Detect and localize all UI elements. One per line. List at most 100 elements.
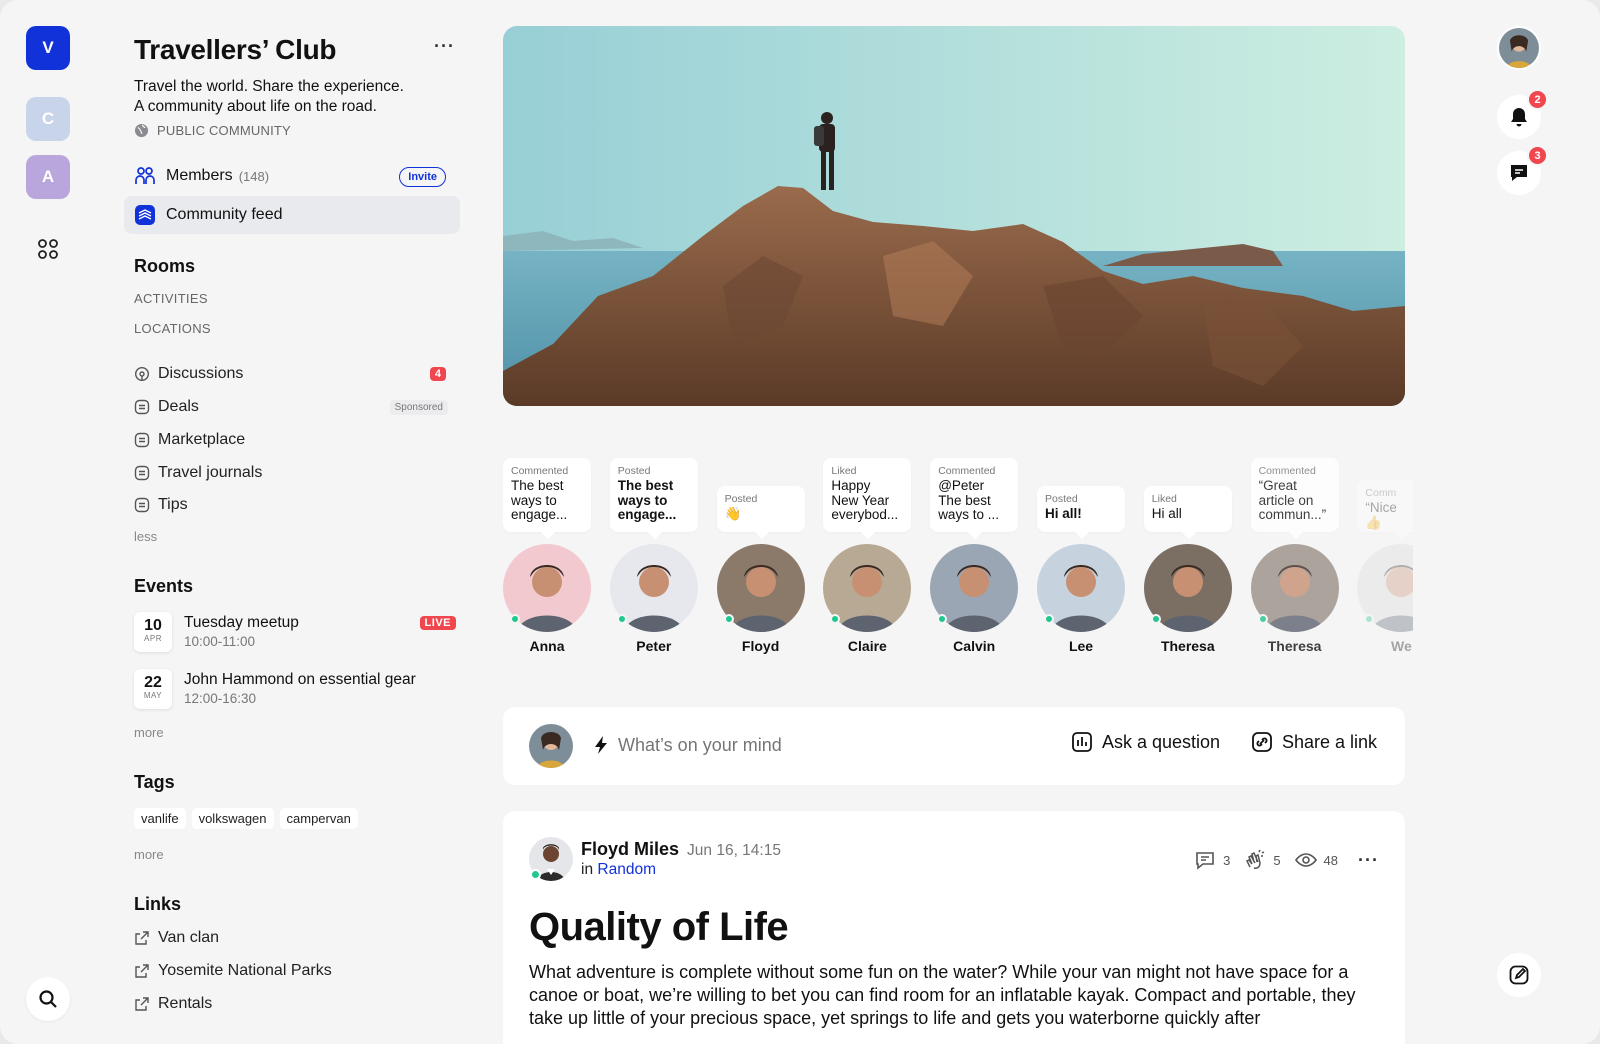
room-category-locations[interactable]: LOCATIONS	[134, 321, 211, 336]
room-deals[interactable]: Deals Sponsored	[134, 394, 460, 420]
post-composer: Ask a question Share a link	[503, 707, 1405, 785]
member-name: Lee	[1068, 638, 1094, 654]
activity-text: Hi all!	[1045, 507, 1082, 521]
workspace-v[interactable]: V	[26, 26, 70, 70]
apps-grid-icon[interactable]	[37, 238, 59, 260]
comments-stat[interactable]: 3	[1194, 850, 1230, 870]
member-activity-card[interactable]: Posted Hi all! Lee	[1037, 456, 1125, 661]
member-activity-card[interactable]: Commented @Peter The best ways to ... Calv…	[930, 456, 1019, 661]
notifications-button[interactable]: 2	[1497, 89, 1548, 139]
room-travel-journals[interactable]: Travel journals	[134, 460, 460, 486]
online-indicator	[723, 614, 734, 624]
post-date: Jun 16, 14:15	[687, 842, 781, 859]
rooms-less-link[interactable]: less	[134, 529, 157, 544]
activity-text: The best ways to engage...	[617, 479, 677, 522]
compose-button[interactable]	[1497, 953, 1541, 997]
online-indicator	[510, 614, 520, 624]
room-discussions[interactable]: Discussions 4	[134, 361, 460, 387]
activity-verb: Liked	[831, 465, 857, 477]
activity-bubble[interactable]: Posted Hi all!	[1037, 486, 1125, 532]
member-name: Floyd	[741, 638, 780, 654]
links-heading: Links	[134, 894, 182, 914]
activity-text: Hi all	[1151, 507, 1182, 521]
workspace-c[interactable]: C	[26, 97, 70, 141]
activity-bubble[interactable]: Posted The best ways to engage...	[609, 458, 698, 532]
activity-bubble[interactable]: Posted 👋	[716, 486, 805, 532]
ask-question-button[interactable]: Ask a question	[1071, 731, 1220, 753]
member-activity-card[interactable]: Posted The best ways to engage... Peter	[609, 456, 698, 661]
member-activity-card[interactable]: Commented The best ways to engage... Anna	[503, 456, 591, 661]
activity-text: “Great article on commun...”	[1258, 479, 1327, 522]
nav-members[interactable]: Members (148) Invite	[124, 157, 460, 195]
activity-text: @Peter The best ways to ...	[938, 479, 999, 522]
rooms-heading: Rooms	[134, 256, 196, 276]
member-name: Anna	[529, 638, 565, 654]
edit-icon	[1509, 965, 1529, 985]
link-van-clan[interactable]: Van clan	[134, 929, 219, 947]
activity-text: “Nice 👍	[1365, 501, 1397, 530]
external-link-icon	[135, 931, 149, 945]
tag-vanlife[interactable]: vanlife	[134, 808, 186, 829]
tag-campervan[interactable]: campervan	[279, 808, 358, 829]
workspace-rail: V C A	[0, 0, 98, 1044]
activity-bubble[interactable]: Comm “Nice 👍	[1357, 480, 1413, 532]
eye-icon	[1294, 853, 1317, 867]
activity-verb: Commented	[1258, 465, 1316, 477]
member-activity-card[interactable]: Liked Happy New Year everybod... Claire	[823, 456, 912, 661]
post-input[interactable]	[618, 735, 1018, 756]
member-activity-card[interactable]: Posted 👋 Floyd	[716, 456, 805, 661]
activity-verb: Commented	[938, 465, 996, 477]
members-icon	[134, 165, 156, 187]
community-cover-image	[503, 26, 1405, 406]
discussions-badge: 4	[429, 367, 446, 381]
poll-icon	[1072, 732, 1092, 752]
activity-bubble[interactable]: Liked Happy New Year everybod...	[823, 458, 912, 532]
member-name: We	[1391, 638, 1412, 654]
tag-volkswagen[interactable]: volkswagen	[191, 808, 274, 829]
room-tips[interactable]: Tips	[134, 492, 460, 518]
nav-community-feed[interactable]: Community feed	[124, 196, 460, 234]
activity-bubble[interactable]: Commented The best ways to engage...	[503, 458, 591, 532]
online-indicator	[530, 869, 541, 880]
claps-stat[interactable]: 5	[1244, 849, 1281, 871]
member-activity-card[interactable]: Comm “Nice 👍 We	[1357, 456, 1413, 661]
profile-avatar[interactable]	[1497, 26, 1541, 70]
post-body: What adventure is complete without some …	[529, 962, 1356, 1028]
chat-icon	[1511, 165, 1527, 181]
link-yosemite[interactable]: Yosemite National Parks	[134, 962, 332, 980]
events-more-link[interactable]: more	[134, 725, 164, 740]
room-category-activities[interactable]: ACTIVITIES	[134, 291, 208, 306]
online-indicator	[1044, 614, 1054, 624]
link-rentals[interactable]: Rentals	[134, 995, 212, 1013]
activity-bubble[interactable]: Commented “Great article on commun...”	[1250, 458, 1339, 532]
messages-button[interactable]: 3	[1497, 145, 1548, 195]
events-heading: Events	[134, 576, 194, 596]
post-author[interactable]: Floyd Miles Jun 16, 14:15	[581, 839, 781, 860]
tags-heading: Tags	[134, 772, 175, 792]
search-button[interactable]	[26, 977, 70, 1021]
member-name: Claire	[847, 638, 887, 654]
member-activity-strip: Commented The best ways to engage... Anna P…	[503, 456, 1413, 661]
event-date: 10 APR	[134, 612, 172, 652]
activity-bubble[interactable]: Commented @Peter The best ways to ...	[930, 458, 1019, 532]
broadcast-icon	[134, 366, 150, 382]
tags-more-link[interactable]: more	[134, 847, 164, 862]
event-date: 22 MAY	[134, 669, 172, 709]
live-badge: LIVE	[419, 616, 456, 630]
community-more-button[interactable]: ···	[434, 36, 455, 57]
post-more-button[interactable]: ···	[1358, 850, 1379, 871]
member-activity-card[interactable]: Commented “Great article on commun...” The…	[1250, 456, 1339, 661]
bell-icon	[1511, 108, 1527, 127]
activity-verb: Comm	[1365, 487, 1397, 499]
member-activity-card[interactable]: Liked Hi all Theresa	[1143, 456, 1232, 661]
feed-post: Floyd Miles Jun 16, 14:15 in Random 3 5 …	[503, 811, 1405, 1044]
activity-verb: Liked	[1151, 493, 1177, 505]
post-room-link[interactable]: Random	[597, 861, 656, 878]
invite-button[interactable]: Invite	[399, 167, 446, 187]
event-item[interactable]: 22 MAY John Hammond on essential gear 12…	[134, 669, 460, 713]
event-item[interactable]: 10 APR Tuesday meetup 10:00-11:00 LIVE	[134, 612, 460, 656]
room-marketplace[interactable]: Marketplace	[134, 427, 460, 453]
workspace-a[interactable]: A	[26, 155, 70, 199]
share-link-button[interactable]: Share a link	[1251, 731, 1377, 753]
activity-bubble[interactable]: Liked Hi all	[1143, 486, 1232, 532]
